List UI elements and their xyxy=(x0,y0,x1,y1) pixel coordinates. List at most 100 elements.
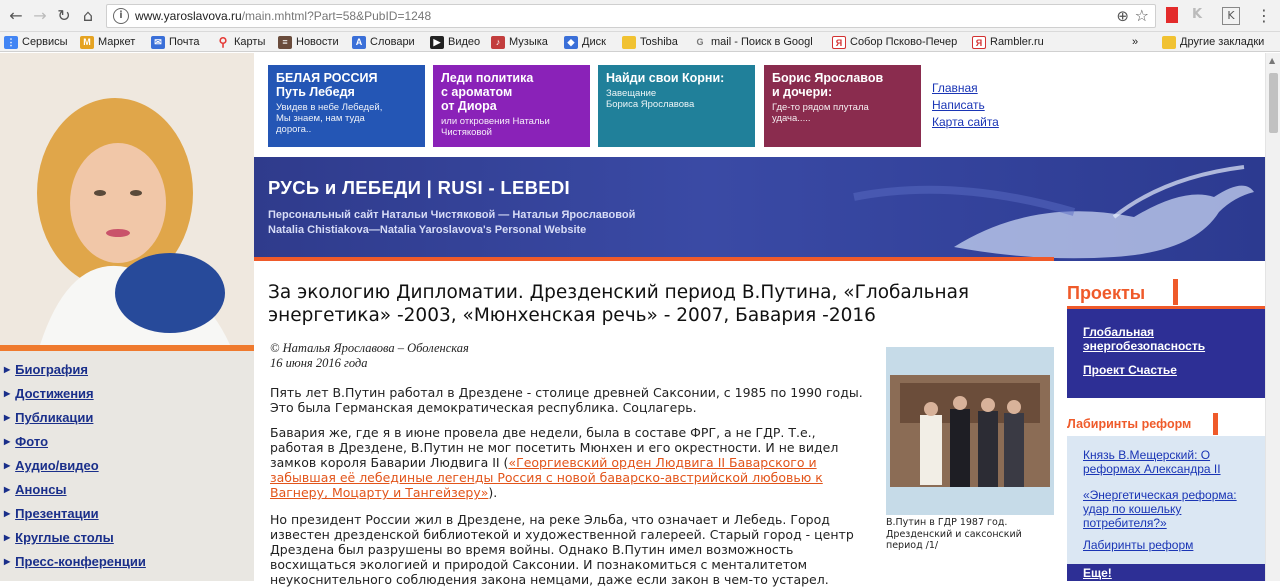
article-byline: © Наталья Ярославова – Оболенская 16 июн… xyxy=(270,341,469,371)
labyrinths-box: Князь В.Мещерский: О реформах Александра… xyxy=(1067,436,1265,564)
bookmark-cathedral[interactable]: Я Собор Псково-Печер xyxy=(832,34,957,50)
nav-photo[interactable]: ▶ Фото xyxy=(4,434,48,449)
projects-box: Глобальная энергобезопасность Проект Сча… xyxy=(1067,306,1265,398)
arrow-right-icon: ▶ xyxy=(4,509,11,518)
nav-round-tables[interactable]: ▶ Круглые столы xyxy=(4,530,114,545)
extension-box-icon[interactable]: K xyxy=(1222,7,1240,25)
article-date: 16 июня 2016 года xyxy=(270,356,368,370)
link-meshchersky[interactable]: Князь В.Мещерский: О реформах Александра… xyxy=(1083,448,1258,476)
tile-white-russia[interactable]: БЕЛАЯ РОССИЯ Путь Лебедя Увидев в небе Л… xyxy=(268,65,425,147)
bookmark-dictionaries[interactable]: A Словари xyxy=(352,34,415,50)
bookmark-label: Другие закладки xyxy=(1180,36,1265,48)
arrow-right-icon: ▶ xyxy=(4,557,11,566)
bookmark-disk[interactable]: ◆ Диск xyxy=(564,34,606,50)
bookmark-toshiba[interactable]: Toshiba xyxy=(622,34,678,50)
extension-flag-icon[interactable] xyxy=(1166,7,1178,23)
link-sitemap[interactable]: Карта сайта xyxy=(932,115,999,129)
site-subtitle-ru: Персональный сайт Натальи Чистяковой — Н… xyxy=(268,209,636,221)
link-home[interactable]: Главная xyxy=(932,81,978,95)
bookmark-label: Маркет xyxy=(98,36,136,48)
tile-title: Найди свои Корни: xyxy=(606,71,725,85)
bookmarks-overflow-button[interactable]: » xyxy=(1132,34,1138,50)
page-scrollbar[interactable]: ▲ xyxy=(1265,53,1280,581)
more-label: Еще! xyxy=(1083,566,1112,580)
zoom-icon[interactable]: ⊕ xyxy=(1116,7,1129,25)
bookmark-market[interactable]: М Маркет xyxy=(80,34,135,50)
news-icon: ≡ xyxy=(278,35,292,49)
nav-achievements[interactable]: ▶ Достижения xyxy=(4,386,94,401)
google-icon: G xyxy=(696,36,704,47)
bookmark-other[interactable]: Другие закладки xyxy=(1162,34,1264,50)
info-icon[interactable]: i xyxy=(113,8,129,24)
nav-announcements[interactable]: ▶ Анонсы xyxy=(4,482,67,497)
link-write[interactable]: Написать xyxy=(932,98,985,112)
bookmark-label: mail - Поиск в Googl xyxy=(711,36,813,48)
bookmark-mail[interactable]: ✉ Почта xyxy=(151,34,200,50)
right-sidebar: Проекты Глобальная энергобезопасность Пр… xyxy=(1059,261,1265,581)
nav-label: Биография xyxy=(15,362,88,377)
bookmark-news[interactable]: ≡ Новости xyxy=(278,34,339,50)
bookmark-maps[interactable]: ⚲ Карты xyxy=(216,34,266,50)
paragraph-2: Бавария же, где я в июне провела две нед… xyxy=(270,425,870,500)
link-labyrinths-reforms[interactable]: Лабиринты реформ xyxy=(1083,538,1193,552)
map-pin-icon: ⚲ xyxy=(218,34,228,49)
article: За экологию Дипломатии. Дрезденский пери… xyxy=(254,261,1059,587)
nav-label: Пресс-конференции xyxy=(15,554,146,569)
nav-presentations[interactable]: ▶ Презентации xyxy=(4,506,99,521)
tile-boris-yaroslavov[interactable]: Борис Ярославов и дочери: Где-то рядом п… xyxy=(764,65,921,147)
bookmark-services[interactable]: ⋮ Сервисы xyxy=(4,34,68,50)
project-energy-security[interactable]: Глобальная энергобезопасность xyxy=(1083,325,1253,353)
bookmark-music[interactable]: ♪ Музыка xyxy=(491,34,548,50)
yandex-icon: Я xyxy=(832,35,846,49)
more-button[interactable]: Еще! xyxy=(1067,564,1265,581)
overflow-label: » xyxy=(1132,36,1139,48)
mail-icon: ✉ xyxy=(151,35,165,49)
menu-icon[interactable]: ⋮ xyxy=(1256,6,1272,25)
bookmark-video[interactable]: ▶ Видео xyxy=(430,34,480,50)
tile-lady-politics[interactable]: Леди политика с ароматом от Диора или от… xyxy=(433,65,590,147)
article-figure[interactable] xyxy=(886,347,1054,515)
nav-publications[interactable]: ▶ Публикации xyxy=(4,410,93,425)
nav-label: Анонсы xyxy=(15,482,67,497)
tile-text: Увидев в небе Лебедей, Мы знаем, нам туд… xyxy=(276,102,383,135)
site-title: РУСЬ и ЛЕБЕДИ | RUSI - LEBEDI xyxy=(268,177,570,198)
project-happiness[interactable]: Проект Счастье xyxy=(1083,363,1177,377)
bookmark-google-mail[interactable]: Gmail - Поиск в Googl xyxy=(693,34,813,50)
dictionary-icon: A xyxy=(352,35,366,49)
tile-find-roots[interactable]: Найди свои Корни: Завещание Бориса Яросл… xyxy=(598,65,755,147)
tile-title: БЕЛАЯ РОССИЯ Путь Лебедя xyxy=(276,71,378,99)
paragraph-3: Но президент России жил в Дрездене, на р… xyxy=(270,512,854,587)
bookmark-label: Почта xyxy=(169,36,200,48)
heading-accent xyxy=(1213,413,1218,435)
link-energy-reform[interactable]: «Энергетическая реформа: удар по кошельк… xyxy=(1083,488,1258,530)
paragraph-text: ). xyxy=(488,485,498,500)
nav-label: Фото xyxy=(15,434,49,449)
bookmark-label: Музыка xyxy=(509,36,548,48)
web-page: ▶ Биография ▶ Достижения ▶ Публикации ▶ Фото… xyxy=(0,53,1265,587)
bookmark-label: Карты xyxy=(234,36,266,48)
arrow-right-icon: ▶ xyxy=(4,533,11,542)
apps-icon: ⋮ xyxy=(4,35,18,49)
bookmark-star-icon[interactable]: ☆ xyxy=(1135,6,1149,25)
back-icon[interactable]: ← xyxy=(6,6,26,26)
nav-biography[interactable]: ▶ Биография xyxy=(4,362,88,377)
tile-title: Борис Ярославов и дочери: xyxy=(772,71,884,99)
bookmark-rambler[interactable]: Я Rambler.ru xyxy=(972,34,1044,50)
scroll-thumb[interactable] xyxy=(1269,73,1278,133)
nav-audio-video[interactable]: ▶ Аудио/видео xyxy=(4,458,99,473)
author-portrait xyxy=(0,53,254,345)
nav-press-conferences[interactable]: ▶ Пресс-конференции xyxy=(4,554,146,569)
url-host: www.yaroslavova.ru xyxy=(135,9,242,23)
scroll-up-icon[interactable]: ▲ xyxy=(1269,56,1275,65)
folder-icon xyxy=(1162,35,1176,49)
extension-k-icon[interactable]: K xyxy=(1192,7,1210,25)
home-icon[interactable]: ⌂ xyxy=(78,6,98,26)
tile-text: Где-то рядом плутала удача..... xyxy=(772,102,869,124)
arrow-right-icon: ▶ xyxy=(4,485,11,494)
folder-icon xyxy=(622,35,636,49)
projects-heading: Проекты xyxy=(1067,283,1146,303)
reload-icon[interactable]: ↻ xyxy=(54,6,74,26)
arrow-right-icon: ▶ xyxy=(4,437,11,446)
address-bar[interactable]: i www.yaroslavova.ru/main.mhtml?Part=58&… xyxy=(106,4,1156,28)
forward-icon[interactable]: → xyxy=(30,6,50,26)
